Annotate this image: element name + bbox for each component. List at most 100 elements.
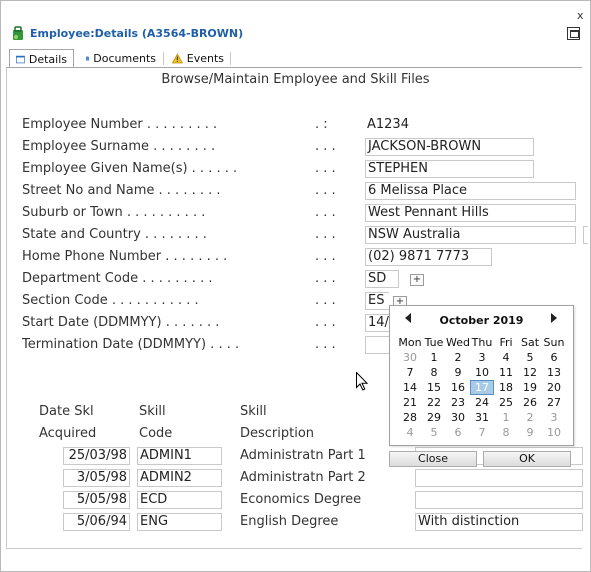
label-employee-number: Employee Number . . . . . . . . .: [22, 117, 218, 132]
calendar-day[interactable]: 10: [470, 365, 494, 380]
skill-code-field[interactable]: ADMIN2: [137, 469, 222, 487]
department-field[interactable]: SD: [365, 270, 399, 288]
calendar-day[interactable]: 29: [422, 410, 446, 425]
state-lookup-stub[interactable]: [583, 226, 588, 244]
calendar-day[interactable]: 6: [446, 425, 470, 440]
calendar-day[interactable]: 5: [518, 350, 542, 365]
skill-date-field[interactable]: 3/05/98: [63, 469, 130, 487]
skill-description: English Degree: [240, 514, 339, 529]
calendar-day[interactable]: 8: [494, 425, 518, 440]
field-separator: . :: [315, 117, 328, 132]
weekday-header: Tue: [424, 336, 444, 349]
calendar-day[interactable]: 22: [422, 395, 446, 410]
calendar-day[interactable]: 12: [518, 365, 542, 380]
weekday-header: Thu: [471, 336, 493, 349]
calendar-day[interactable]: 2: [518, 410, 542, 425]
skill-date-field[interactable]: 25/03/98: [63, 447, 130, 465]
calendar-day[interactable]: 18: [494, 380, 518, 395]
field-separator: . . .: [315, 271, 336, 286]
calendar-day[interactable]: 7: [398, 365, 422, 380]
surname-field[interactable]: JACKSON-BROWN: [365, 138, 534, 156]
close-icon[interactable]: x: [577, 9, 584, 22]
date-picker-popup: October 2019 Mon Tue Wed Thu Fri Sat Sun 30 1 2 3 4…: [389, 305, 574, 446]
calendar-day[interactable]: 31: [470, 410, 494, 425]
calendar-day[interactable]: 21: [398, 395, 422, 410]
skill-comment-field[interactable]: [415, 469, 583, 487]
phone-field[interactable]: (02) 9871 7773: [365, 248, 492, 266]
department-lookup-button[interactable]: +: [410, 274, 424, 286]
field-separator: . . .: [315, 139, 336, 154]
calendar-day[interactable]: 24: [470, 395, 494, 410]
label-department: Department Code . . . . . . . . .: [22, 271, 213, 286]
calendar-day[interactable]: 2: [446, 350, 470, 365]
calendar-day[interactable]: 9: [446, 365, 470, 380]
calendar-day[interactable]: 25: [494, 395, 518, 410]
calendar-day[interactable]: 3: [470, 350, 494, 365]
skill-code-field[interactable]: ENG: [137, 513, 222, 531]
skill-comment-field[interactable]: With distinction: [415, 513, 583, 531]
calendar-day[interactable]: 11: [494, 365, 518, 380]
section-field[interactable]: ES: [365, 292, 389, 310]
calendar-day[interactable]: 9: [518, 425, 542, 440]
label-surname: Employee Surname . . . . . . . .: [22, 139, 216, 154]
maximize-button[interactable]: [567, 27, 580, 40]
header-skill-desc-1: Skill: [240, 404, 267, 419]
panel-border-bottom: [6, 548, 582, 549]
calendar-day[interactable]: 10: [542, 425, 566, 440]
calendar-day[interactable]: 27: [542, 395, 566, 410]
calendar-day[interactable]: 28: [398, 410, 422, 425]
skill-comment-field[interactable]: [415, 491, 583, 509]
suburb-field[interactable]: West Pennant Hills: [365, 204, 576, 222]
header-date-acquired-2: Acquired: [39, 426, 97, 441]
document-icon: [86, 56, 90, 60]
state-field[interactable]: NSW Australia: [365, 226, 576, 244]
skill-date-field[interactable]: 5/06/94: [63, 513, 130, 531]
calendar-day[interactable]: 30: [398, 350, 422, 365]
tab-documents[interactable]: Documents: [80, 49, 162, 67]
termination-date-field[interactable]: [365, 336, 391, 354]
street-field[interactable]: 6 Melissa Place: [365, 182, 576, 200]
calendar-day[interactable]: 13: [542, 365, 566, 380]
field-separator: . . .: [315, 161, 336, 176]
mouse-cursor-icon: [356, 372, 368, 391]
label-state: State and Country . . . . . . . .: [22, 227, 207, 242]
calendar-close-button[interactable]: Close: [389, 451, 477, 467]
next-month-icon[interactable]: [551, 313, 557, 323]
calendar-day[interactable]: 8: [422, 365, 446, 380]
skill-date-field[interactable]: 5/05/98: [63, 491, 130, 509]
skill-code-field[interactable]: ADMIN1: [137, 447, 222, 465]
calendar-day[interactable]: 15: [422, 380, 446, 395]
calendar-day[interactable]: 14: [398, 380, 422, 395]
weekday-header: Mon: [398, 336, 422, 349]
calendar-day[interactable]: 3: [542, 410, 566, 425]
header-skill-desc-2: Description: [240, 426, 315, 441]
calendar-day[interactable]: 6: [542, 350, 566, 365]
calendar-day[interactable]: 7: [470, 425, 494, 440]
calendar-day[interactable]: 4: [494, 350, 518, 365]
window-title: Employee:Details (A3564-BROWN): [30, 27, 244, 40]
calendar-day[interactable]: 1: [494, 410, 518, 425]
tab-label: Documents: [93, 51, 156, 65]
calendar-ok-button[interactable]: OK: [483, 451, 571, 467]
calendar-day[interactable]: 4: [398, 425, 422, 440]
tab-details[interactable]: Details: [9, 49, 74, 68]
calendar-day-selected[interactable]: 17: [470, 380, 494, 395]
calendar-day[interactable]: 5: [422, 425, 446, 440]
calendar-day[interactable]: 20: [542, 380, 566, 395]
start-date-field[interactable]: 14/: [365, 314, 391, 332]
calendar-day[interactable]: 1: [422, 350, 446, 365]
calendar-day[interactable]: 16: [446, 380, 470, 395]
calendar-day[interactable]: 19: [518, 380, 542, 395]
field-separator: . . .: [315, 293, 336, 308]
tab-events[interactable]: Events: [166, 49, 230, 67]
label-given-names: Employee Given Name(s) . . . . . .: [22, 161, 238, 176]
calendar-day[interactable]: 30: [446, 410, 470, 425]
field-separator: . . .: [315, 337, 336, 352]
skill-code-field[interactable]: ECD: [137, 491, 222, 509]
page-subtitle: Browse/Maintain Employee and Skill Files: [161, 72, 430, 87]
calendar-day[interactable]: 23: [446, 395, 470, 410]
calendar-day[interactable]: 26: [518, 395, 542, 410]
given-names-field[interactable]: STEPHEN: [365, 160, 534, 178]
panel-border-left: [6, 68, 7, 548]
tab-label: Details: [28, 52, 67, 66]
